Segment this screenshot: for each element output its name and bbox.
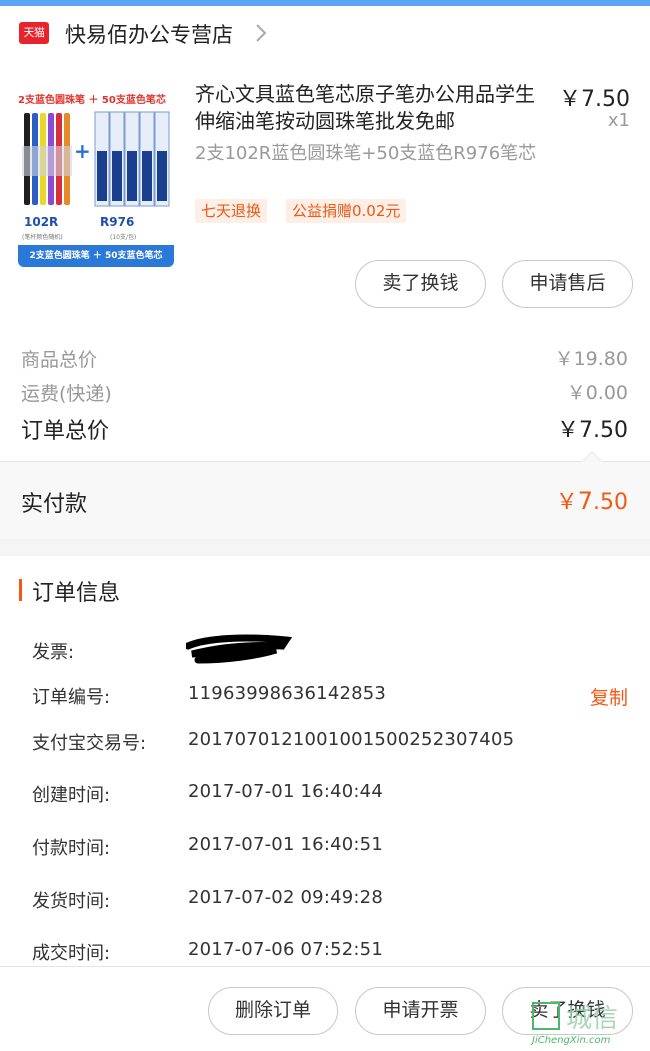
store-name[interactable]: 快易佰办公专营店 xyxy=(65,19,233,49)
product-sku: 2支102R蓝色圆珠笔+50支蓝色R976笔芯 xyxy=(195,143,537,164)
paid-currency: ￥ xyxy=(555,490,578,515)
after-sale-button[interactable]: 申请售后 xyxy=(502,260,633,308)
order-info-title: 订单信息 xyxy=(32,581,121,606)
paid-time-value: 2017-07-01 16:40:51 xyxy=(188,834,383,855)
product-thumbnail[interactable]: 2支蓝色圆珠笔 ＋ 50支蓝色笔芯 + 102R R976 (笔杆颜色随机) (… xyxy=(18,91,174,296)
alipay-trade-value: 2017070121001001500252307405 xyxy=(188,729,515,750)
tag-seven-day-return: 七天退换 xyxy=(195,199,268,223)
product-title[interactable]: 齐心文具蓝色笔芯原子笔办公用品学生伸缩油笔按动圆珠笔批发免邮 xyxy=(195,81,545,135)
pens-image-icon xyxy=(22,113,72,205)
created-time-value: 2017-07-01 16:40:44 xyxy=(188,781,383,802)
paid-integer: 7 xyxy=(577,487,593,515)
shipped-time-key: 发货时间: xyxy=(32,891,111,912)
order-number-row: 订单编号: 11963998636142853 xyxy=(32,683,632,713)
invoice-row: 发票: xyxy=(32,638,632,668)
completed-time-key: 成交时间: xyxy=(32,943,111,964)
price-summary: 商品总价 ￥19.80 运费(快递) ￥0.00 订单总价 ￥7.50 xyxy=(0,320,650,461)
watermark-url: JiChengXin.com xyxy=(532,1035,611,1046)
product-price: ￥7.50 xyxy=(559,87,630,112)
thumbnail-sub-left: (笔杆颜色随机) xyxy=(22,234,63,241)
thumbnail-label-left: 102R xyxy=(24,215,59,229)
chevron-right-icon[interactable] xyxy=(254,20,268,46)
goods-total-label: 商品总价 xyxy=(21,349,98,371)
plus-icon: + xyxy=(74,139,91,163)
completed-time-value: 2017-07-06 07:52:51 xyxy=(188,939,383,960)
paid-amount-box: 实付款 ￥7.50 xyxy=(0,452,650,539)
created-time-key: 创建时间: xyxy=(32,785,111,806)
paid-time-key: 付款时间: xyxy=(32,838,111,859)
goods-total-value: ￥19.80 xyxy=(554,348,628,370)
order-number-value: 11963998636142853 xyxy=(188,683,387,704)
sell-for-cash-button[interactable]: 卖了换钱 xyxy=(355,260,486,308)
watermark-text: 城信 xyxy=(566,1004,619,1034)
copy-order-number-button[interactable]: 复制 xyxy=(590,683,628,710)
store-header[interactable]: 天猫 快易佰办公专营店 xyxy=(0,6,650,58)
invoice-key: 发票: xyxy=(32,642,75,663)
paid-label: 实付款 xyxy=(21,492,88,517)
paid-decimal: .50 xyxy=(593,490,628,515)
shipping-value: ￥0.00 xyxy=(566,382,628,404)
shipped-time-value: 2017-07-02 09:49:28 xyxy=(188,887,383,908)
alipay-trade-key: 支付宝交易号: xyxy=(32,733,147,754)
shipped-time-row: 发货时间: 2017-07-02 09:49:28 xyxy=(32,887,632,917)
delete-order-button[interactable]: 删除订单 xyxy=(208,987,338,1035)
thumbnail-label-right: R976 xyxy=(100,215,135,229)
thumbnail-title: 2支蓝色圆珠笔 ＋ 50支蓝色笔芯 xyxy=(18,95,166,106)
created-time-row: 创建时间: 2017-07-01 16:40:44 xyxy=(32,781,632,811)
shipping-label: 运费(快递) xyxy=(21,383,112,405)
order-total-value: ￥7.50 xyxy=(557,418,628,443)
refills-image-icon xyxy=(94,111,170,207)
tag-charity-donation: 公益捐赠0.02元 xyxy=(286,199,407,223)
order-info-section: 订单信息 发票: 订单编号: 11963998636142853 复制 支付宝交… xyxy=(0,556,650,966)
product-card[interactable]: 2支蓝色圆珠笔 ＋ 50支蓝色笔芯 + 102R R976 (笔杆颜色随机) (… xyxy=(0,58,650,320)
redacted-invoice-scribble xyxy=(186,634,293,664)
paid-time-row: 付款时间: 2017-07-01 16:40:51 xyxy=(32,834,632,864)
paid-value: ￥7.50 xyxy=(556,484,628,516)
completed-time-row: 成交时间: 2017-07-06 07:52:51 xyxy=(32,939,632,969)
watermark-logo-icon xyxy=(532,1002,560,1030)
thumbnail-banner: 2支蓝色圆珠笔 ＋ 50支蓝色笔芯 xyxy=(18,245,174,267)
caret-up-icon xyxy=(582,452,602,462)
order-total-label: 订单总价 xyxy=(21,419,110,444)
thumbnail-sub-right: (10支/包) xyxy=(110,234,137,241)
product-quantity: x1 xyxy=(607,110,630,131)
order-number-key: 订单编号: xyxy=(32,687,111,708)
watermark: 城信 JiChengXin.com xyxy=(532,998,650,1051)
request-invoice-button[interactable]: 申请开票 xyxy=(355,987,486,1035)
alipay-trade-row: 支付宝交易号: 2017070121001001500252307405 xyxy=(32,729,632,759)
section-accent-bar xyxy=(19,579,22,601)
tmall-logo-icon: 天猫 xyxy=(19,22,49,44)
